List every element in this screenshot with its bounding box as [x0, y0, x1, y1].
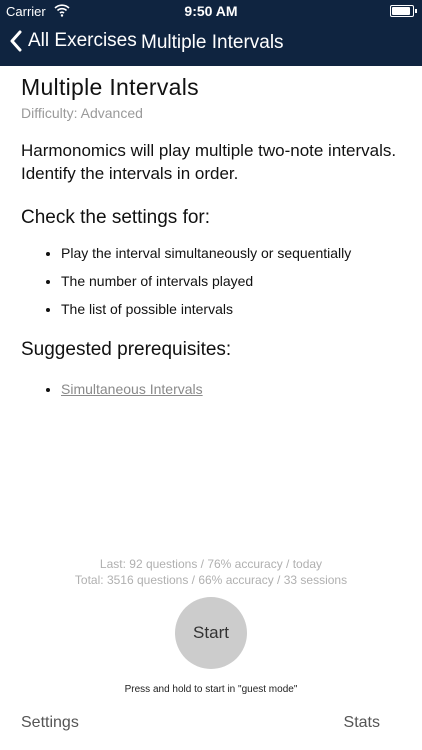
exercise-description: Harmonomics will play multiple two-note … [21, 141, 397, 183]
stats-button[interactable]: Stats [344, 714, 380, 732]
back-button[interactable]: All Exercises [10, 30, 137, 52]
list-item: The number of intervals played [61, 273, 406, 289]
list-item: The list of possible intervals [61, 301, 406, 317]
clock: 9:50 AM [184, 3, 238, 19]
header: Carrier 9:50 AM All Exercises Multiple I… [0, 0, 422, 66]
difficulty-label: Difficulty: Advanced [21, 105, 143, 121]
exercise-content: Multiple Intervals Difficulty: Advanced … [21, 74, 406, 409]
start-button[interactable]: Start [175, 597, 247, 669]
last-stats: Last: 92 questions / 76% accuracy / toda… [99, 557, 323, 571]
list-item: Play the interval simultaneously or sequ… [61, 245, 406, 261]
settings-list: Play the interval simultaneously or sequ… [21, 245, 406, 317]
status-bar: Carrier 9:50 AM [0, 0, 422, 22]
nav-title: Multiple Intervals [141, 32, 284, 53]
chevron-left-icon [10, 30, 22, 52]
settings-button[interactable]: Settings [21, 714, 79, 732]
prereq-link-simultaneous-intervals[interactable]: Simultaneous Intervals [61, 381, 203, 397]
exercise-title: Multiple Intervals [21, 74, 199, 100]
total-stats: Total: 3516 questions / 66% accuracy / 3… [74, 573, 348, 587]
session-stats: Last: 92 questions / 76% accuracy / toda… [0, 556, 422, 588]
guest-mode-hint: Press and hold to start in "guest mode" [124, 684, 298, 695]
navigation-bar: All Exercises Multiple Intervals [0, 24, 422, 64]
settings-heading: Check the settings for: [21, 207, 211, 228]
prereq-heading: Suggested prerequisites: [21, 339, 232, 360]
back-label: All Exercises [28, 30, 137, 51]
prereq-list: Simultaneous Intervals [21, 381, 406, 397]
battery-icon [390, 5, 417, 17]
list-item: Simultaneous Intervals [61, 381, 406, 397]
